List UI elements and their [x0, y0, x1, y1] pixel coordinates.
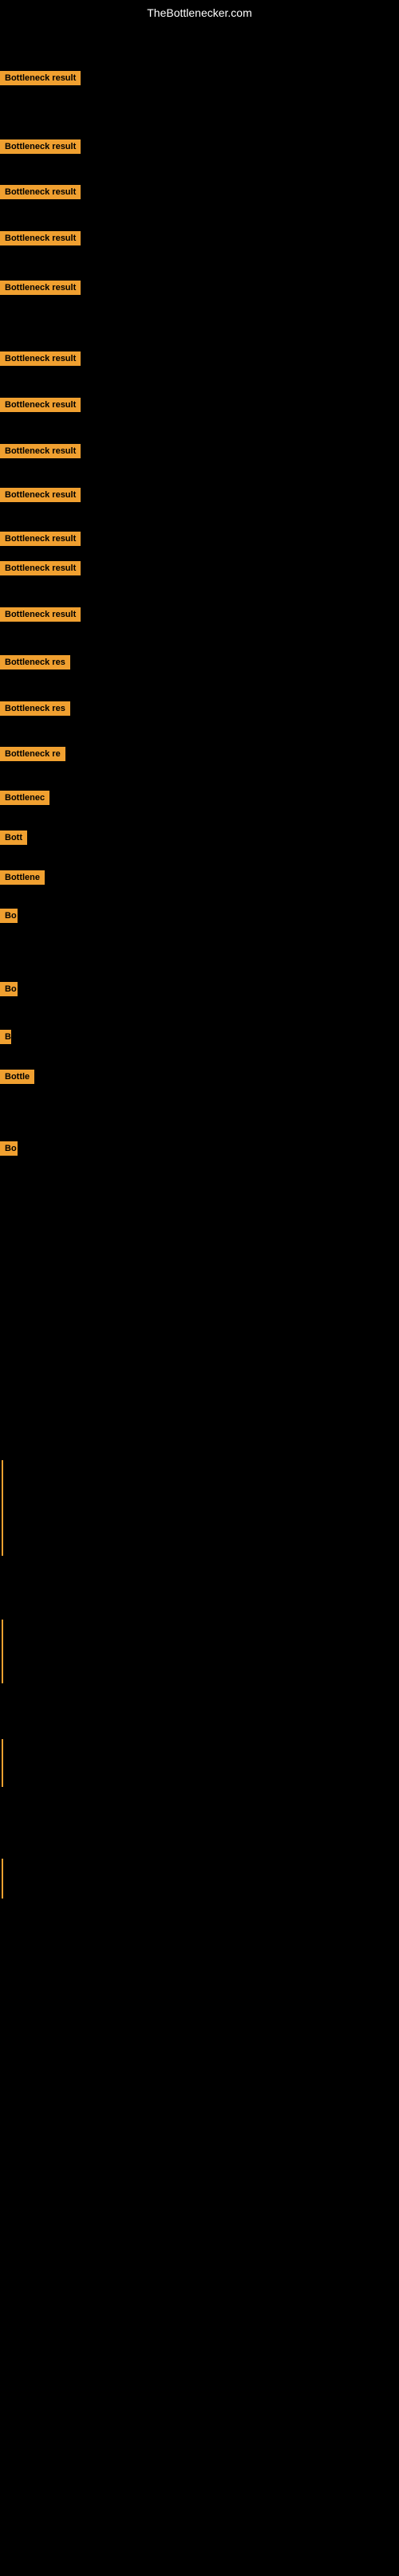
- chart-bar: [2, 1859, 3, 1899]
- bottleneck-badge[interactable]: Bo: [0, 982, 18, 996]
- bottleneck-badge[interactable]: Bottleneck result: [0, 185, 81, 199]
- bottleneck-badge[interactable]: Bottleneck result: [0, 398, 81, 412]
- bottleneck-badge[interactable]: Bottleneck result: [0, 561, 81, 575]
- bottleneck-badge[interactable]: Bott: [0, 831, 27, 845]
- bottleneck-badge[interactable]: Bo: [0, 1141, 18, 1156]
- bottleneck-badge[interactable]: B: [0, 1030, 11, 1044]
- bottleneck-badge[interactable]: Bottleneck result: [0, 71, 81, 85]
- bottleneck-badge[interactable]: Bottleneck re: [0, 747, 65, 761]
- chart-bar: [2, 1460, 3, 1556]
- bottleneck-badge[interactable]: Bottleneck result: [0, 607, 81, 622]
- bottleneck-badge[interactable]: Bottleneck result: [0, 351, 81, 366]
- bottleneck-badge[interactable]: Bottleneck result: [0, 231, 81, 245]
- bottleneck-badge[interactable]: Bottleneck result: [0, 281, 81, 295]
- bottleneck-badge[interactable]: Bottleneck result: [0, 488, 81, 502]
- bottleneck-badge[interactable]: Bottleneck result: [0, 444, 81, 458]
- bottleneck-badge[interactable]: Bottleneck res: [0, 701, 70, 716]
- bottleneck-badge[interactable]: Bo: [0, 909, 18, 923]
- chart-bar: [2, 1620, 3, 1683]
- bottleneck-badge[interactable]: Bottlenec: [0, 791, 49, 805]
- chart-bar: [2, 1739, 3, 1787]
- bottleneck-badge[interactable]: Bottleneck result: [0, 532, 81, 546]
- bottleneck-badge[interactable]: Bottleneck res: [0, 655, 70, 670]
- site-title: TheBottlenecker.com: [0, 0, 399, 26]
- bottleneck-badge[interactable]: Bottlene: [0, 870, 45, 885]
- bottleneck-badge[interactable]: Bottleneck result: [0, 139, 81, 154]
- bottleneck-badge[interactable]: Bottle: [0, 1070, 34, 1084]
